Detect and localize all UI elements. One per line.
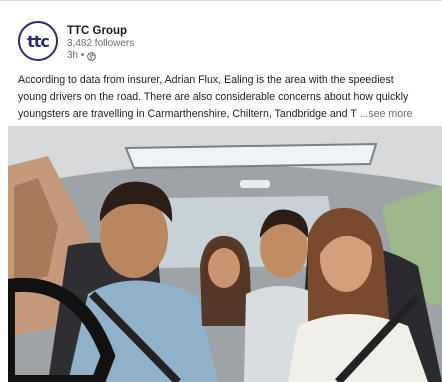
follower-count: 3,482 followers: [67, 38, 135, 49]
post-text-line: youngsters are travelling in Carmarthens…: [18, 106, 442, 123]
post-text-line-3: youngsters are travelling in Carmarthens…: [18, 108, 357, 120]
post-image[interactable]: [8, 126, 442, 382]
post-text-line: young drivers on the road. There are als…: [18, 91, 409, 103]
company-name[interactable]: TTC Group: [67, 24, 267, 38]
company-avatar[interactable]: ttc: [18, 21, 58, 61]
globe-icon: [87, 51, 97, 61]
post-meta: TTC Group 3,482 followers 3h •: [67, 24, 267, 62]
post-time: 3h •: [67, 50, 267, 62]
see-more-link[interactable]: ...see more: [360, 108, 413, 120]
post-body-text: According to data from insurer, Adrian F…: [18, 72, 442, 123]
post-card: ttc TTC Group 3,482 followers 3h • Accor…: [0, 0, 442, 382]
avatar-logo-text: ttc: [27, 31, 50, 51]
post-time-label: 3h •: [67, 50, 85, 61]
post-text-line: According to data from insurer, Adrian F…: [18, 74, 394, 86]
car-interior-photo: [8, 126, 442, 382]
